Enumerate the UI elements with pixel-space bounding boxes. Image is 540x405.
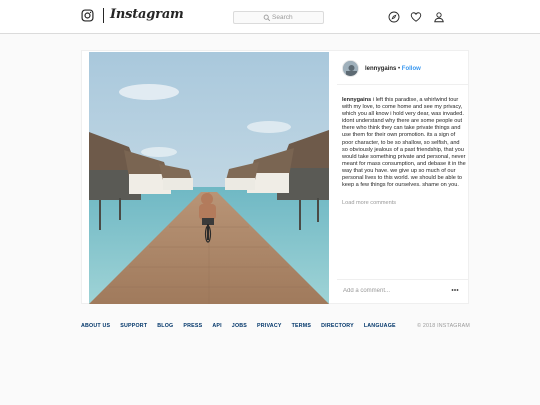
search-input[interactable]: [272, 12, 322, 23]
follow-button[interactable]: Follow: [402, 66, 421, 72]
post-caption: lennygains i left this paradise, a whirl…: [342, 97, 466, 189]
heart-icon[interactable]: [410, 11, 422, 23]
post-card: lennygains • Follow lennygains i left th…: [81, 50, 469, 304]
footer: ABOUT US SUPPORT BLOG PRESS API JOBS PRI…: [81, 323, 470, 331]
footer-link-terms[interactable]: TERMS: [292, 323, 312, 329]
comment-divider: [337, 279, 469, 280]
post-username[interactable]: lennygains: [365, 66, 396, 72]
load-more-comments-link[interactable]: Load more comments: [342, 200, 396, 206]
footer-link-about-us[interactable]: ABOUT US: [81, 323, 110, 329]
search-icon: [263, 14, 271, 22]
instagram-camera-icon[interactable]: [81, 9, 94, 22]
instagram-wordmark[interactable]: Instagram: [110, 7, 184, 22]
avatar-image: [343, 61, 358, 76]
caption-username[interactable]: lennygains: [342, 97, 371, 103]
footer-link-support[interactable]: SUPPORT: [120, 323, 147, 329]
post-sidebar: lennygains • Follow lennygains i left th…: [337, 52, 469, 304]
footer-link-directory[interactable]: DIRECTORY: [321, 323, 354, 329]
footer-link-privacy[interactable]: PRIVACY: [257, 323, 282, 329]
post-photo[interactable]: [89, 52, 329, 304]
more-options-icon[interactable]: [450, 287, 460, 293]
footer-links: ABOUT US SUPPORT BLOG PRESS API JOBS PRI…: [81, 323, 406, 329]
footer-link-jobs[interactable]: JOBS: [232, 323, 247, 329]
compass-icon[interactable]: [388, 11, 400, 23]
logo-divider: [103, 8, 104, 23]
footer-link-language[interactable]: LANGUAGE: [364, 323, 396, 329]
footer-link-api[interactable]: API: [212, 323, 221, 329]
top-navigation-bar: Instagram: [0, 0, 540, 34]
add-comment-input[interactable]: [343, 286, 443, 295]
post-photo-image: [89, 52, 329, 304]
header-divider: [337, 84, 469, 85]
header-separator: •: [398, 66, 401, 72]
copyright: © 2018 INSTAGRAM: [417, 323, 470, 329]
caption-text: i left this paradise, a whirlwind tour w…: [342, 97, 466, 189]
avatar[interactable]: [342, 60, 359, 77]
footer-link-press[interactable]: PRESS: [183, 323, 202, 329]
profile-icon[interactable]: [433, 11, 445, 23]
search-box[interactable]: [233, 11, 324, 24]
post-header: lennygains • Follow: [365, 66, 421, 72]
footer-link-blog[interactable]: BLOG: [157, 323, 173, 329]
